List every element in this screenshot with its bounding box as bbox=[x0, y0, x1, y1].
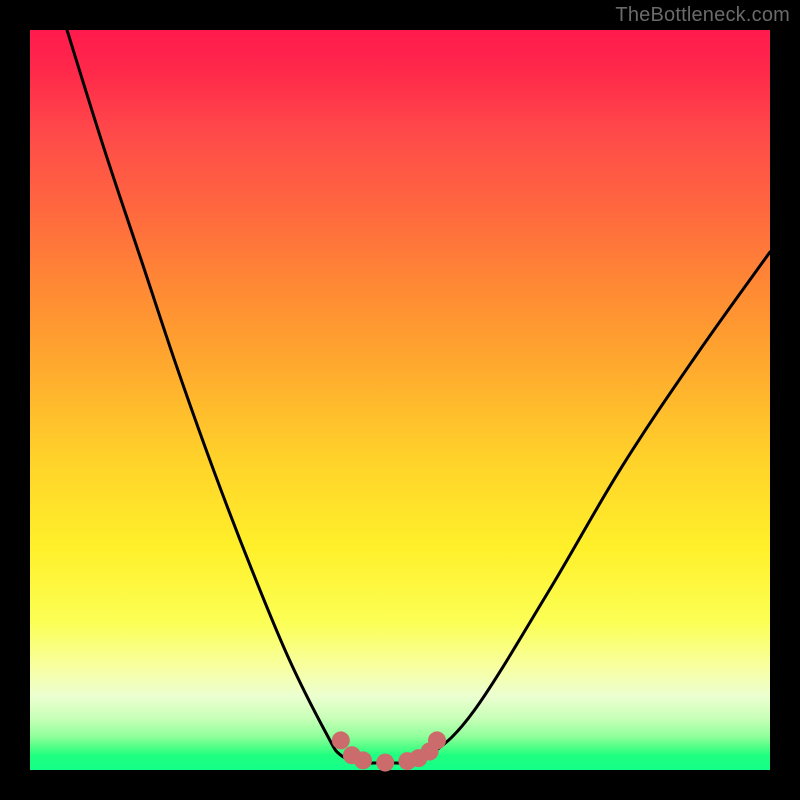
attribution-label: TheBottleneck.com bbox=[615, 4, 790, 27]
valley-marker bbox=[354, 751, 372, 769]
bottleneck-curve bbox=[67, 30, 770, 763]
valley-marker-group bbox=[332, 731, 446, 771]
plot-area bbox=[30, 30, 770, 770]
valley-marker bbox=[332, 731, 350, 749]
chart-svg bbox=[30, 30, 770, 770]
valley-marker bbox=[376, 754, 394, 772]
chart-stage: TheBottleneck.com bbox=[0, 0, 800, 800]
valley-marker bbox=[428, 731, 446, 749]
